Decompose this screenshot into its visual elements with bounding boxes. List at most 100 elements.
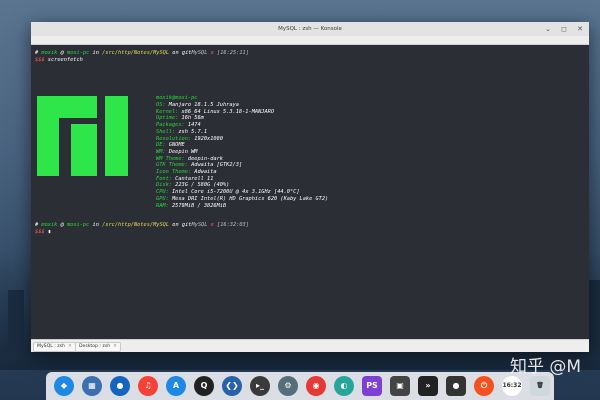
launcher-icon[interactable]: ◆: [54, 376, 74, 396]
terminal-tab-bar: MySQL : zsh ✕ Desktop : zsh ✕: [31, 339, 589, 352]
info-key: GPU:: [156, 195, 169, 202]
info-key: RAM:: [156, 202, 169, 209]
info-row: Disk: 223G / 580G (40%): [156, 182, 229, 189]
info-value: GNOME: [168, 142, 185, 149]
info-key: Kernel:: [156, 108, 179, 115]
prompt-in: in: [92, 50, 99, 56]
info-key: Font:: [156, 175, 172, 182]
konsole-window: MySQL : zsh — Konsole ⌄ ◻ ✕ # moxik @ mo…: [31, 22, 589, 352]
info-row: WM Theme: deepin-dark: [156, 156, 223, 163]
info-row: DE: GNOME: [156, 142, 185, 149]
info-key: Packages:: [156, 122, 185, 129]
music-icon[interactable]: ♫: [138, 376, 158, 396]
window-title: MySQL : zsh — Konsole: [278, 26, 342, 32]
close-icon[interactable]: ✕: [575, 24, 585, 34]
menu-bar: [31, 36, 589, 45]
command-line: $$$ screenfetch: [35, 57, 83, 64]
prompt-mark: x: [210, 50, 214, 56]
prompt-user: moxik: [41, 50, 58, 56]
tab-label: Desktop : zsh: [79, 344, 111, 349]
command-text: screenfetch: [47, 57, 83, 63]
info-value: Manjaro 18.1.5 Juhraya: [168, 102, 239, 108]
photos-icon[interactable]: ▣: [390, 376, 410, 396]
prompt-bullet-icon: #: [35, 222, 39, 228]
info-row: Uptime: 16h 56m: [156, 115, 204, 122]
prompt-user: moxik: [41, 222, 58, 228]
info-row: Font: Cantarell 11: [156, 176, 213, 183]
prompt-mark: x: [210, 222, 214, 228]
info-value: 2579MiB / 3826MiB: [171, 202, 227, 209]
browser-icon[interactable]: ●: [110, 376, 130, 396]
prompt-host: moxi-pc: [66, 50, 90, 56]
info-value: Cantarell 11: [175, 175, 214, 182]
settings-icon[interactable]: ⚙: [278, 376, 298, 396]
wallpaper-building: [8, 290, 24, 360]
prompt-host: moxi-pc: [66, 222, 90, 228]
prompt-in: in: [92, 222, 99, 228]
info-value: Adwaita [GTK2/3]: [191, 162, 243, 169]
dock: ◆ ▦ ● ♫ A Q ❮❯ ▸_ ⚙ ◉ ◐ PS ▣ » ● ⏻ 16:32 🗑: [46, 372, 554, 400]
info-key: GTK Theme:: [156, 162, 188, 169]
tab-mysql-zsh[interactable]: MySQL : zsh ✕: [33, 342, 76, 352]
info-key: WM:: [156, 148, 166, 155]
clock-icon[interactable]: 16:32: [502, 376, 522, 396]
prompt-branch: MySQL: [191, 222, 208, 228]
network-icon[interactable]: ◐: [334, 376, 354, 396]
maximize-icon[interactable]: ◻: [559, 24, 569, 34]
info-key: Icon Theme:: [156, 169, 192, 175]
info-row: Shell: zsh 5.7.1: [156, 129, 207, 136]
info-row: OS: Manjaro 18.1.5 Juhraya: [156, 102, 239, 109]
info-header: moxik@moxi-pc: [156, 95, 198, 101]
info-value: 223G / 580G (40%): [175, 182, 230, 189]
window-controls: ⌄ ◻ ✕: [543, 24, 585, 34]
terminal-icon[interactable]: ▸_: [250, 376, 270, 396]
prompt-line: # moxik @ moxi-pc in /src/http/Notes/MyS…: [35, 222, 249, 229]
prompt-arrow: $$$: [35, 229, 45, 235]
info-value: Adwaita: [194, 169, 217, 175]
window-titlebar[interactable]: MySQL : zsh — Konsole ⌄ ◻ ✕: [31, 22, 589, 36]
prompt-arrow: $$$: [35, 57, 45, 63]
info-key: Resolution:: [156, 135, 192, 142]
power-icon[interactable]: ⏻: [474, 376, 494, 396]
info-value: 16h 56m: [181, 115, 204, 122]
info-key: OS:: [156, 102, 166, 108]
prompt-at: @: [60, 222, 64, 228]
info-row: Resolution: 1920x1080: [156, 136, 223, 143]
prompt-branch: MySQL: [191, 50, 208, 56]
phpstorm-icon[interactable]: PS: [362, 376, 382, 396]
prompt-bullet-icon: #: [35, 50, 39, 56]
info-value: x86_64 Linux 5.3.18-1-MANJARO: [181, 108, 275, 115]
terminal-output[interactable]: # moxik @ moxi-pc in /src/http/Notes/MyS…: [31, 45, 589, 340]
info-value: zsh 5.7.1: [178, 128, 208, 135]
manjaro-logo: [37, 96, 128, 176]
prompt-path: /src/http/Notes/MySQL: [102, 50, 170, 56]
multitask-icon[interactable]: ▦: [82, 376, 102, 396]
info-row: WM: Deepin WM: [156, 149, 197, 156]
info-value: deepin-dark: [187, 155, 223, 162]
text-cursor: ▮: [47, 229, 51, 235]
appstore-icon[interactable]: A: [166, 376, 186, 396]
qq-icon[interactable]: Q: [194, 376, 214, 396]
record-icon[interactable]: ●: [446, 376, 466, 396]
vscode-icon[interactable]: ❮❯: [222, 376, 242, 396]
info-key: WM Theme:: [156, 155, 185, 162]
minimize-icon[interactable]: ⌄: [543, 24, 553, 34]
prompt-time: [16:32:03]: [217, 222, 249, 228]
info-row: Kernel: x86_64 Linux 5.3.18-1-MANJARO: [156, 109, 274, 116]
chrome-icon[interactable]: ◉: [306, 376, 326, 396]
info-key: DE:: [156, 142, 166, 149]
info-value: Mesa DRI Intel(R) HD Graphics 620 (Kaby …: [171, 195, 329, 202]
info-key: Disk:: [156, 182, 172, 189]
info-row: GPU: Mesa DRI Intel(R) HD Graphics 620 (…: [156, 196, 328, 203]
close-icon[interactable]: ✕: [68, 344, 72, 349]
close-icon[interactable]: ✕: [113, 344, 117, 349]
info-row: RAM: 2579MiB / 3826MiB: [156, 203, 226, 210]
tab-desktop-zsh[interactable]: Desktop : zsh ✕: [75, 342, 121, 352]
trash-icon[interactable]: 🗑: [530, 376, 550, 396]
info-value: Intel Core i5-7200U @ 4x 3.1GHz [44.0°C]: [171, 189, 300, 196]
media-icon[interactable]: »: [418, 376, 438, 396]
info-row: Icon Theme: Adwaita: [156, 169, 217, 176]
prompt-line: # moxik @ moxi-pc in /src/http/Notes/MyS…: [35, 50, 249, 57]
info-key: Shell:: [156, 128, 176, 135]
prompt-at: @: [60, 50, 64, 56]
